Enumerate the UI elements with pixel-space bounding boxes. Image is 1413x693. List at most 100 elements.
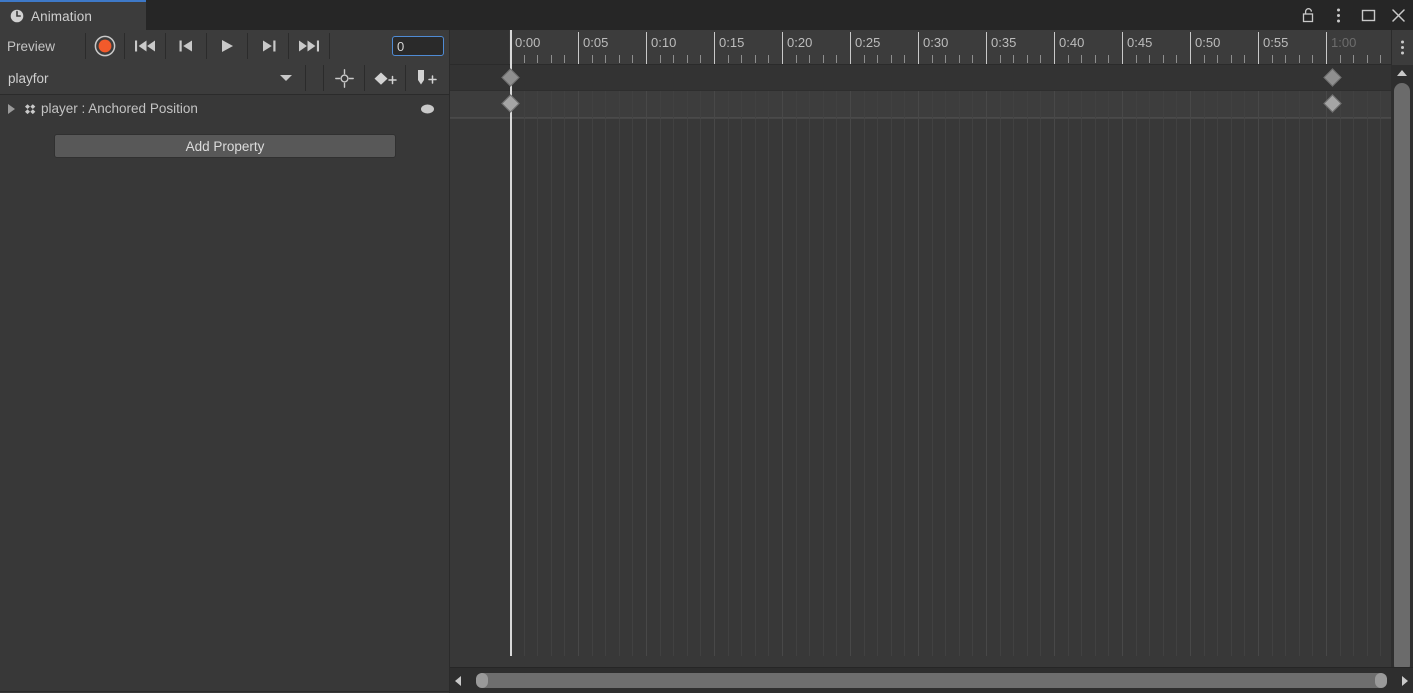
property-row-anchored-position[interactable]: player : Anchored Position [0,95,450,122]
ruler-minor-tick [958,55,960,63]
grid-line [1081,91,1083,656]
clip-dropdown[interactable]: playfor [0,62,305,95]
dopesheet-track-area[interactable] [450,65,1391,656]
grid-line [1094,91,1096,656]
chevron-up-icon[interactable] [1391,65,1413,81]
chevron-down-icon [280,75,292,81]
ruler-major-tick [986,32,987,64]
ruler-minor-tick [809,55,811,63]
ruler-minor-tick [1149,55,1151,63]
grid-line [673,91,675,656]
grid-line [999,91,1001,656]
grid-line [904,91,906,656]
grid-line [795,91,797,656]
grid-line [564,91,566,656]
ruler-minor-tick [754,55,756,63]
filter-by-selection-button[interactable] [324,62,364,95]
grid-line [1258,91,1259,656]
record-button[interactable] [86,30,124,62]
lock-icon[interactable] [1300,7,1317,24]
transform-dots-icon [23,102,37,116]
grid-line [578,91,579,656]
toolbar-separator [305,65,306,91]
grid-line [768,91,770,656]
ruler-minor-tick [1135,55,1137,63]
add-keyframe-button[interactable] [365,62,405,95]
add-property-button[interactable]: Add Property [54,134,396,158]
ruler-minor-tick [523,55,525,63]
ruler-major-tick [1190,32,1191,64]
horizontal-scrollbar-thumb[interactable] [476,673,1387,688]
maximize-icon[interactable] [1360,7,1377,24]
grid-line [1162,91,1164,656]
ruler-minor-tick [1162,55,1164,63]
keyframe-toggle-button[interactable] [421,104,434,113]
next-keyframe-button[interactable] [248,30,288,62]
expand-triangle-icon[interactable] [8,103,15,114]
last-keyframe-button[interactable] [289,30,329,62]
vertical-scrollbar[interactable] [1391,65,1413,691]
toolbar-separator [329,33,330,59]
grid-line [523,91,525,656]
scrollbar-resize-handle-left[interactable] [476,673,488,688]
property-row-label: player : Anchored Position [41,101,198,116]
close-icon[interactable] [1390,7,1407,24]
timeline-menu-button[interactable] [1391,30,1413,65]
grid-line [972,91,974,656]
grid-line [618,91,620,656]
grid-line [1271,91,1273,656]
previous-keyframe-button[interactable] [166,30,206,62]
ruler-tick-label: 0:45 [1127,35,1153,50]
add-event-button[interactable] [406,62,446,95]
ruler-minor-tick [1285,55,1287,63]
grid-line [1353,91,1355,656]
ruler-minor-tick [1094,55,1096,63]
ruler-minor-tick [741,55,743,63]
grid-line [700,91,702,656]
grid-line [782,91,783,656]
timeline-panel: 0:00 0:05 0:10 0:15 0:20 0:25 0:30 0:35 0:40 0:45… [450,30,1413,693]
ruler-minor-tick [700,55,702,63]
vertical-scrollbar-thumb[interactable] [1394,83,1410,673]
preview-label[interactable]: Preview [0,39,85,54]
summary-track-row[interactable] [450,65,1391,91]
animation-window: Animation Preview 0 playfor player: Anc… [0,0,1413,693]
first-keyframe-button[interactable] [125,30,165,62]
horizontal-scrollbar[interactable] [450,667,1413,693]
tab-animation[interactable]: Animation [0,0,146,30]
ruler-minor-tick [1081,55,1083,63]
ruler-minor-tick [1026,55,1028,63]
ruler-tick-label: 0:55 [1263,35,1289,50]
ruler-minor-tick [1339,55,1341,63]
ruler-minor-tick [659,55,661,63]
play-button[interactable] [207,30,247,62]
grid-line [727,91,729,656]
current-frame-input[interactable] [392,36,444,56]
timeline-grid [450,91,1391,656]
ruler-minor-tick [836,55,838,63]
kebab-menu-icon[interactable] [1330,7,1347,24]
grid-line [1135,91,1137,656]
ruler-minor-tick [1217,55,1219,63]
grid-line [686,91,688,656]
grid-line [809,91,811,656]
window-titlebar: Animation [0,0,1413,30]
grid-line [822,91,824,656]
chevron-left-icon[interactable] [450,668,466,693]
clip-toolbar: playfor [0,62,450,95]
grid-line [1149,91,1151,656]
ruler-tick-label: 0:15 [719,35,745,50]
chevron-right-icon[interactable] [1397,668,1413,693]
timeline-ruler[interactable]: 0:00 0:05 0:10 0:15 0:20 0:25 0:30 0:35 0:40 0:45… [450,30,1413,65]
grid-line [1067,91,1069,656]
ruler-minor-tick [999,55,1001,63]
ruler-minor-tick [795,55,797,63]
grid-line [958,91,960,656]
ruler-minor-tick [1040,55,1042,63]
ruler-major-tick [646,32,647,64]
grid-line [1339,91,1341,656]
scrollbar-resize-handle-right[interactable] [1375,673,1387,688]
ruler-minor-tick [877,55,879,63]
playhead[interactable] [510,30,512,656]
ruler-minor-tick [1298,55,1300,63]
